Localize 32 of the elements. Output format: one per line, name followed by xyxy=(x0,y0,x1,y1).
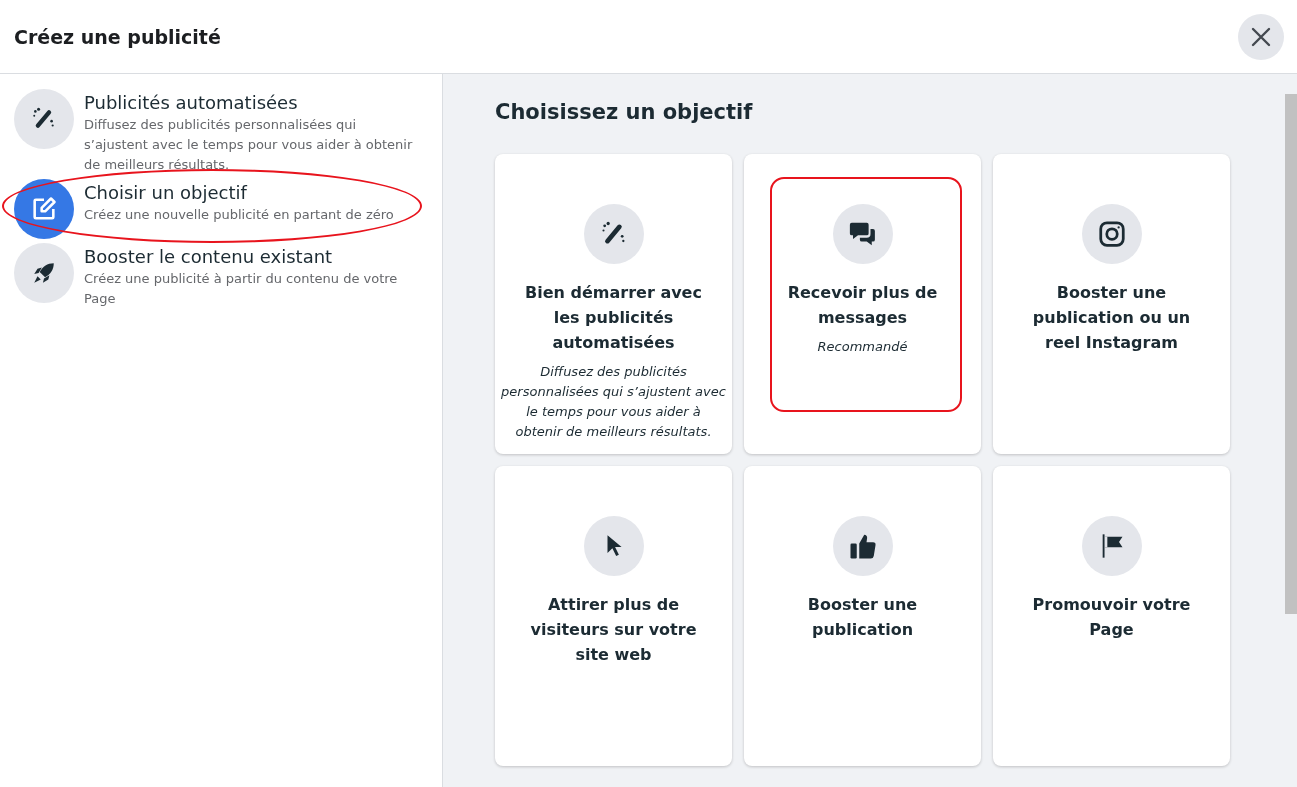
dialog-title: Créez une publicité xyxy=(14,25,221,48)
sidebar-item-icon xyxy=(14,89,74,149)
sidebar-item[interactable]: Choisir un objectif Créez une nouvelle publicité en partant de zéro xyxy=(14,179,442,239)
sidebar-item-icon xyxy=(14,243,74,303)
objective-description: Diffusez des publicités personnalisées qui s’ajustent avec le temps pour vous aider à obtenir de meilleurs résultats. xyxy=(501,363,726,441)
sidebar-item[interactable]: Publicités automatisées Diffusez des publicités personnalisées qui s’ajustent avec le temps pour vous aider à obtenir de meilleurs résultats. xyxy=(14,89,442,175)
sidebar-item-description: Créez une publicité à partir du contenu de votre Page xyxy=(84,270,399,308)
objective-card[interactable]: Booster une publication xyxy=(744,466,981,766)
objective-card[interactable]: Bien démarrer avec les publicités automatisées Diffusez des publicités personnalisées qui s’ajustent avec le temps pour vous aider à obtenir de meilleurs résultats. xyxy=(495,154,732,454)
objective-title: Promouvoir votre Page xyxy=(1031,594,1192,641)
sidebar-item-title: Choisir un objectif xyxy=(84,181,249,205)
objective-title: Booster une publication xyxy=(806,594,919,641)
objective-title: Booster une publication ou un reel Instagram xyxy=(1031,282,1192,354)
close-icon xyxy=(1250,25,1272,48)
objective-title: Bien démarrer avec les publicités automatisées xyxy=(524,282,703,354)
section-heading: Choisissez un objectif xyxy=(495,100,754,124)
sidebar-item[interactable]: Booster le contenu existant Créez une publicité à partir du contenu de votre Page xyxy=(14,243,442,309)
sidebar-item-description: Diffusez des publicités personnalisées qui s’ajustent avec le temps pour vous aider à obtenir de meilleurs résultats. xyxy=(84,116,414,174)
sidebar-item-title: Publicités automatisées xyxy=(84,91,299,115)
sidebar-item-title: Booster le contenu existant xyxy=(84,245,334,269)
objective-title: Recevoir plus de messages xyxy=(786,282,939,329)
objective-card[interactable]: Attirer plus de visiteurs sur votre site web xyxy=(495,466,732,766)
objective-card[interactable]: Promouvoir votre Page xyxy=(993,466,1230,766)
sidebar-item-icon xyxy=(14,179,74,239)
scrollbar[interactable] xyxy=(1285,74,1297,787)
objective-card[interactable]: Booster une publication ou un reel Instagram xyxy=(993,154,1230,454)
objective-card[interactable]: Recevoir plus de messages Recommandé xyxy=(744,154,981,454)
close-button[interactable] xyxy=(1238,13,1284,60)
objective-description: Recommandé xyxy=(817,338,908,356)
scrollbar-thumb[interactable] xyxy=(1285,94,1297,614)
objective-title: Attirer plus de visiteurs sur votre site web xyxy=(529,594,698,666)
sidebar-item-description: Créez une nouvelle publicité en partant de zéro xyxy=(84,206,395,224)
